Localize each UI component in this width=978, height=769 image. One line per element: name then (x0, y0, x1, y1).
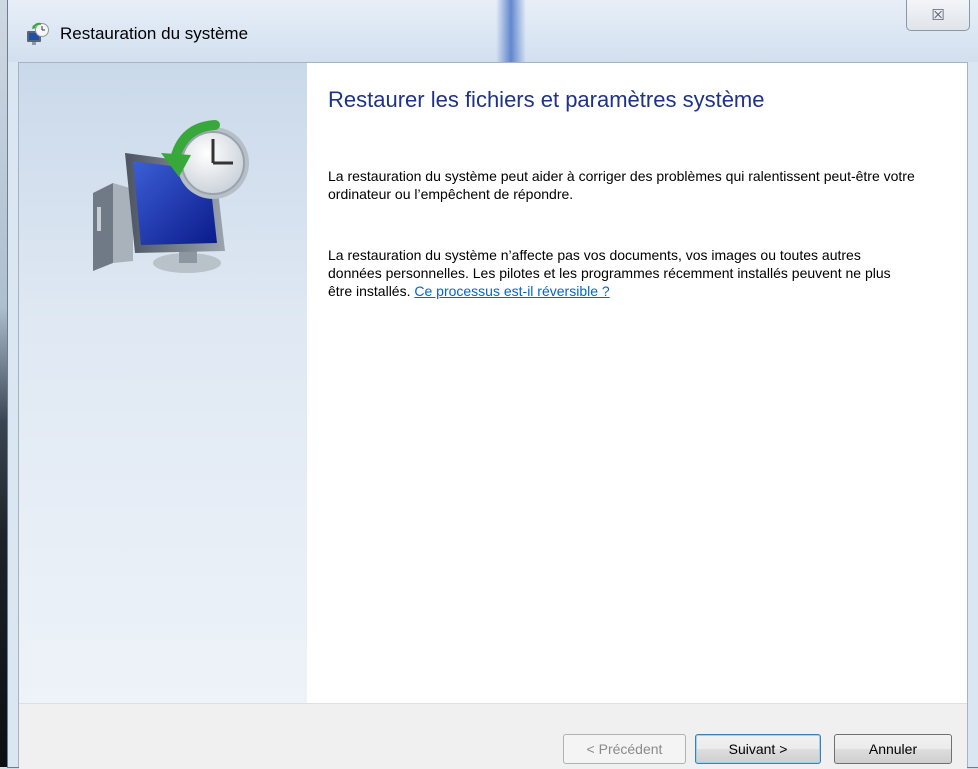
system-restore-icon (27, 22, 49, 45)
next-button[interactable]: Suivant > (695, 734, 821, 764)
title-bar-glow (496, 0, 526, 62)
dialog-client-area: Restaurer les fichiers et paramètres sys… (18, 62, 968, 769)
system-restore-monitor-clock-icon (93, 120, 249, 273)
close-icon: ☒ (931, 7, 945, 24)
reversible-process-link[interactable]: Ce processus est-il réversible ? (414, 283, 609, 299)
button-bar: < Précédent Suivant > Annuler (19, 703, 967, 769)
previous-button[interactable]: < Précédent (563, 734, 686, 764)
description-paragraph-1: La restauration du système peut aider à … (328, 168, 915, 202)
sidebar-panel (19, 63, 308, 703)
title-bar[interactable]: Restauration du système ☒ (8, 0, 978, 62)
close-button[interactable]: ☒ (906, 0, 970, 31)
window-title: Restauration du système (60, 24, 249, 43)
description-paragraph-2: La restauration du système n’affecte pas… (328, 246, 918, 300)
content-panel: Restaurer les fichiers et paramètres sys… (307, 63, 967, 703)
system-restore-window: Restauration du système ☒ Restaurer les … (8, 0, 978, 769)
page-title: Restaurer les fichiers et paramètres sys… (328, 87, 765, 112)
cancel-button[interactable]: Annuler (834, 734, 952, 764)
